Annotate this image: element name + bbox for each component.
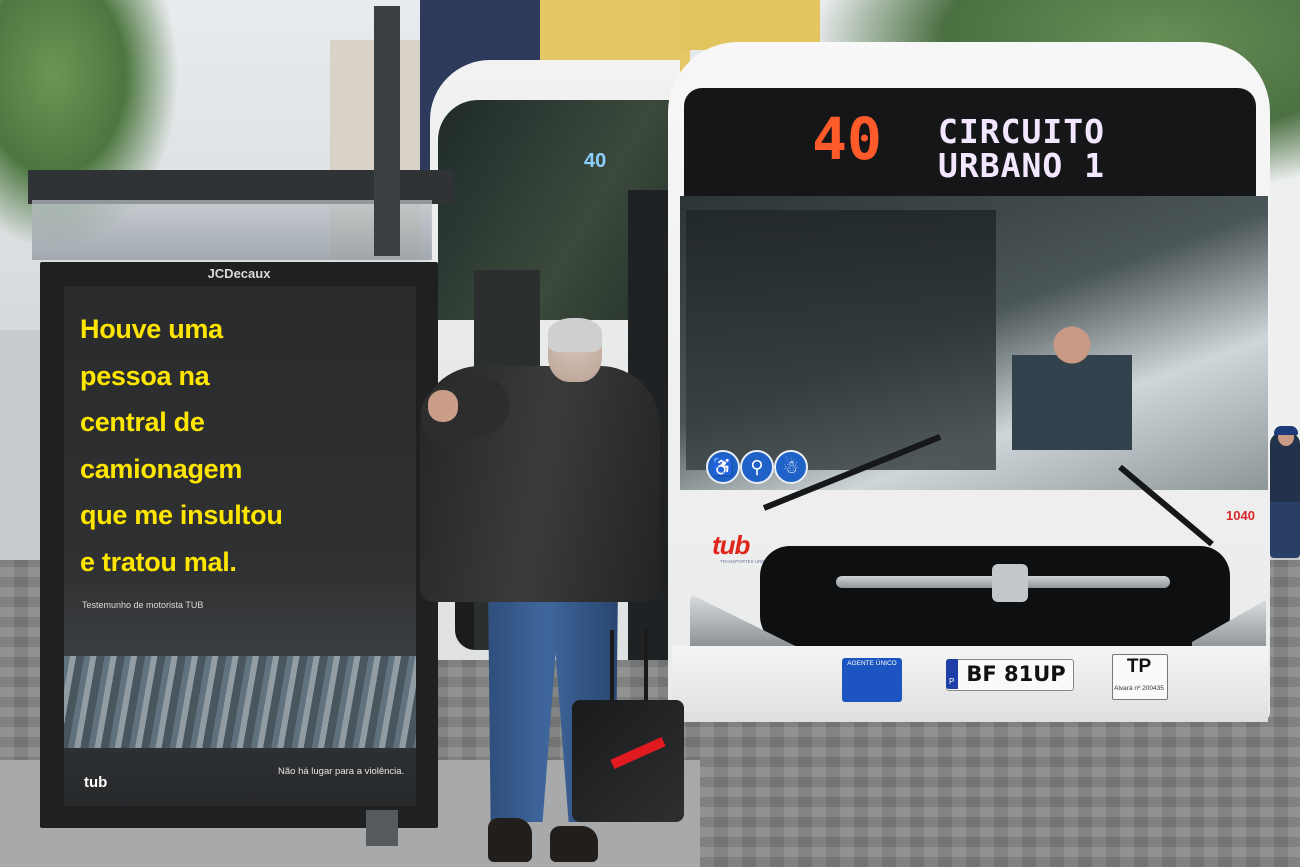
license-plate-text: BF 81UP (966, 662, 1066, 686)
shelter-post (366, 810, 398, 846)
person-icon: ☃ (774, 450, 808, 484)
wheelchair-icon: ♿ (706, 450, 740, 484)
stroller-icon: ⚲ (740, 450, 774, 484)
ad-caption: Testemunho de motorista TUB (82, 600, 204, 610)
ad-slogan: Não há lugar para a violência. (278, 766, 405, 777)
side-route-display: 40 (584, 150, 607, 172)
pedestrian (1270, 432, 1300, 558)
bus-cabin (686, 210, 996, 470)
passenger-hand (428, 390, 458, 422)
ad-headline-line: camionagem (80, 453, 243, 484)
plate-country: P (949, 677, 955, 686)
ad-headline-line: e tratou mal. (80, 546, 237, 577)
bus-emblem (992, 564, 1028, 602)
tp-plate-small-text: Alvará nº 200435 (1114, 685, 1164, 692)
ad-headline-line: pessoa na (80, 360, 210, 391)
fleet-number: 1040 (1226, 508, 1255, 523)
ad-road-marking (64, 656, 416, 748)
shelter-glass (32, 200, 432, 260)
tub-logo: tub (712, 530, 750, 561)
ad-headline-line: que me insultou (80, 500, 283, 530)
ad-brand: JCDecaux (207, 266, 271, 281)
plate-country-strip: P (946, 659, 958, 689)
agent-badge-text: AGENTE ÚNICO (847, 660, 897, 667)
passenger-hair (548, 318, 602, 352)
pedestrian-hat (1274, 426, 1298, 435)
sign-pole (374, 6, 400, 256)
destination-line-2: URBANO 1 (938, 146, 1105, 185)
ad-headline-line: Houve uma (80, 314, 223, 344)
ad-headline: Houve uma pessoa na central de camionage… (80, 306, 410, 585)
passenger-shoe (488, 818, 532, 862)
bag-handle (610, 630, 648, 710)
ad-tub-logo: tub (84, 774, 108, 791)
route-number: 40 (812, 105, 882, 173)
ad-headline-line: central de (80, 407, 205, 437)
tub-logo-text: tub (712, 530, 750, 560)
passenger-shoe (550, 826, 598, 862)
tp-plate-text: TP (1126, 656, 1152, 677)
bus-driver (1012, 310, 1132, 450)
